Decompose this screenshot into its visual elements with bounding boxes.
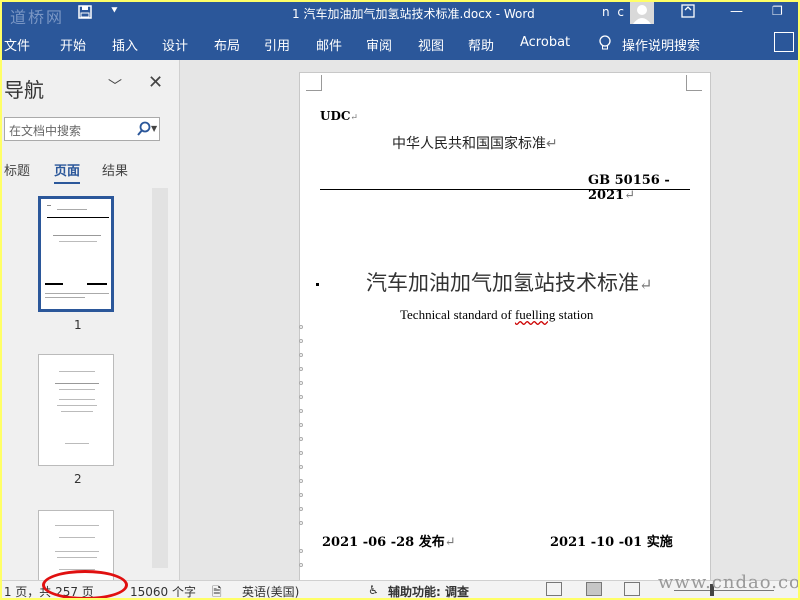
tab-insert[interactable]: 插入 [112,35,138,54]
print-layout-button[interactable] [586,582,602,596]
site-watermark: www.cndao.com [658,572,798,593]
tab-home[interactable]: 开始 [60,35,86,54]
margin-marker [299,423,303,427]
tab-help[interactable]: 帮助 [468,35,494,54]
thumbnail-number: 1 [74,318,82,332]
word-window: 道桥网 ⯆ 1 汽车加油加气加氢站技术标准.docx - Word n c — … [2,2,798,598]
udc-label: UDC↵ [320,109,358,123]
search-input[interactable]: 在文档中搜索 ▼ [4,117,160,141]
tab-pages[interactable]: 页面 [54,160,81,184]
accessibility-icon[interactable]: ♿ [368,583,379,597]
margin-marker [299,549,303,553]
tab-view[interactable]: 视图 [418,35,444,54]
margin-marker [299,353,303,357]
close-icon[interactable]: ✕ [148,72,163,93]
margin-marker [299,465,303,469]
chevron-down-icon[interactable]: ﹀ [108,76,122,96]
web-layout-button[interactable] [624,582,640,596]
margin-marker [299,367,303,371]
tab-references[interactable]: 引用 [264,35,290,54]
proofing-icon[interactable]: 🗎 [212,583,222,598]
save-icon[interactable] [78,5,92,19]
restore-icon[interactable]: ❐ [772,4,783,18]
tell-me-search[interactable]: 操作说明搜索 [622,35,700,54]
accessibility-status[interactable]: 辅助功能: 调查 [388,583,469,598]
tab-file[interactable]: 文件 [4,35,30,54]
tab-layout[interactable]: 布局 [214,35,240,54]
margin-marker [299,395,303,399]
ribbon-display-icon[interactable] [680,3,696,19]
document-main-title: 汽车加油加气加氢站技术标准↵ [366,271,653,295]
avatar[interactable] [630,2,654,24]
customize-toolbar-icon[interactable]: ⯆ [110,4,119,18]
lightbulb-icon[interactable] [598,35,612,51]
page-thumbnail[interactable] [38,354,114,466]
ribbon-tabs: 文件 开始 插入 设计 布局 引用 邮件 审阅 视图 帮助 Acrobat 操作… [2,24,798,60]
read-mode-button[interactable] [546,582,562,596]
share-icon[interactable] [774,32,794,52]
thumbnail-number: 2 [74,472,82,486]
margin-marker [299,381,303,385]
tab-design[interactable]: 设计 [162,35,188,54]
crop-mark [686,75,702,91]
paragraph-bullet [316,283,319,286]
tab-acrobat[interactable]: Acrobat [520,35,570,50]
margin-marker [299,451,303,455]
national-standard-heading: 中华人民共和国国家标准↵ [392,136,558,152]
document-area: UDC↵ 中华人民共和国国家标准↵ GB 50156 - 2021↵ 汽车加油加… [181,60,798,592]
nav-title: 导航 [4,78,44,102]
margin-marker [299,507,303,511]
tab-headings[interactable]: 标题 [4,160,30,179]
standard-number: GB 50156 - 2021↵ [588,173,670,203]
navigation-pane: 导航 ﹀ ✕ 在文档中搜索 ▼ 标题 页面 结果 1 2 [2,60,180,580]
nav-scrollbar[interactable] [152,188,168,568]
title-bar: 道桥网 ⯆ 1 汽车加油加气加氢站技术标准.docx - Word n c — … [2,2,798,27]
language-indicator[interactable]: 英语(美国) [242,583,299,598]
margin-marker [299,339,303,343]
user-name[interactable]: n c [602,5,626,19]
word-count[interactable]: 15060 个字 [130,583,196,598]
search-icon[interactable] [137,121,151,137]
margin-marker [299,521,303,525]
margin-marker [299,325,303,329]
margin-marker [299,409,303,413]
margin-marker [299,479,303,483]
minimize-icon[interactable]: — [730,4,743,19]
margin-marker [299,493,303,497]
tab-review[interactable]: 审阅 [366,35,392,54]
document-page[interactable]: UDC↵ 中华人民共和国国家标准↵ GB 50156 - 2021↵ 汽车加油加… [299,72,711,592]
search-options-icon[interactable]: ▼ [151,124,157,133]
tab-mailings[interactable]: 邮件 [316,35,342,54]
document-title: 1 汽车加油加气加氢站技术标准.docx - Word [292,7,535,21]
publish-date: 2021 -06 -28 发布↵ [322,535,456,550]
margin-marker [299,437,303,441]
page-thumbnail[interactable] [38,196,114,312]
implement-date: 2021 -10 -01 实施 [550,535,673,550]
tab-results[interactable]: 结果 [102,160,128,179]
document-english-title: Technical standard of fuelling station [400,307,594,322]
search-placeholder: 在文档中搜索 [9,124,82,138]
margin-marker [299,563,303,567]
annotation-circle [42,570,128,598]
crop-mark [306,75,322,91]
